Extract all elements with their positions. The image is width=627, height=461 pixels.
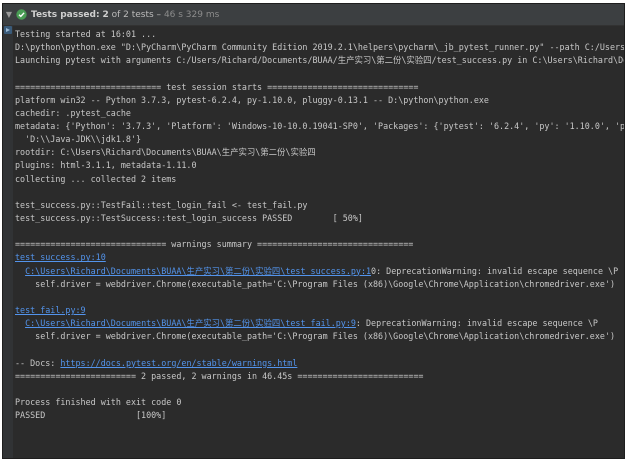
console-line: rootdir: C:\Users\Richard\Documents\BUAA… — [15, 147, 316, 158]
console-line: ============================== warnings … — [15, 239, 414, 250]
warning-marker-icon — [4, 26, 12, 34]
console-line: C:\Users\Richard\Documents\BUAA\生产实习\第二份… — [15, 317, 624, 330]
tests-passed-count: 2 — [102, 9, 109, 20]
tests-duration: 46 s 329 ms — [163, 9, 220, 20]
console-line: platform win32 -- Python 3.7.3, pytest-6… — [15, 94, 489, 105]
console-file-link[interactable]: test_success.py:10 — [15, 252, 106, 262]
tests-passed-label: Tests passed: — [31, 9, 100, 20]
console-line: ============================= test sessi… — [15, 81, 419, 92]
console-line-rest: : DeprecationWarning: invalid escape seq… — [355, 318, 598, 329]
console-line: D:\python\python.exe "D:\PyCharm\PyCharm… — [15, 42, 624, 53]
console-line: test_success.py::TestFail::test_login_fa… — [15, 199, 308, 210]
console-file-link[interactable]: https://docs.pytest.org/en/stable/warnin… — [60, 358, 297, 368]
console-gutter — [3, 26, 13, 458]
console-line: test_fail.py:9 — [15, 304, 624, 317]
console-prefix: -- Docs: — [15, 357, 61, 368]
console-line: self.driver = webdriver.Chrome(executabl… — [15, 278, 616, 289]
run-tool-window: ▼ Tests passed: 2 of 2 tests – 46 s 329 … — [2, 3, 625, 459]
console-line: Process finished with exit code 0 — [15, 396, 182, 407]
console-line: self.driver = webdriver.Chrome(executabl… — [15, 331, 616, 342]
console-indent — [15, 266, 25, 276]
console-line: ======================== 2 passed, 2 war… — [15, 370, 424, 381]
console-line: plugins: html-3.1.1, metadata-1.11.0 — [15, 160, 197, 171]
console-line-rest: 0: DeprecationWarning: invalid escape se… — [371, 265, 619, 276]
console-line: -- Docs: https://docs.pytest.org/en/stab… — [15, 357, 624, 370]
check-icon — [15, 9, 27, 21]
test-status-bar: ▼ Tests passed: 2 of 2 tests – 46 s 329 … — [3, 4, 624, 26]
console-line: cachedir: .pytest_cache — [15, 107, 131, 118]
console-line: PASSED [100%] — [15, 410, 167, 421]
console-file-link[interactable]: C:\Users\Richard\Documents\BUAA\生产实习\第二份… — [25, 266, 371, 276]
console-line: collecting ... collected 2 items — [15, 173, 177, 184]
chevron-down-icon[interactable]: ▼ — [3, 4, 15, 25]
console-line: Testing started at 16:01 ... — [15, 29, 157, 39]
console-line: C:\Users\Richard\Documents\BUAA\生产实习\第二份… — [15, 265, 624, 278]
console-file-link[interactable]: test_fail.py:9 — [15, 305, 86, 315]
console-line: test_success.py::TestSuccess::test_login… — [15, 212, 363, 223]
console-line: Launching pytest with arguments C:/Users… — [15, 55, 624, 66]
console-line: test_success.py:10 — [15, 251, 624, 264]
console-output[interactable]: Testing started at 16:01 ... D:\python\py… — [15, 28, 624, 458]
tests-total-text: of 2 tests – — [111, 9, 162, 20]
test-status-text: Tests passed: 2 of 2 tests – 46 s 329 ms — [31, 10, 219, 20]
console-line: 'D:\\Java-JDK\\jdk1.8'} — [15, 134, 142, 145]
console-line: metadata: {'Python': '3.7.3', 'Platform'… — [15, 120, 624, 131]
console-indent — [15, 318, 25, 328]
console-file-link[interactable]: C:\Users\Richard\Documents\BUAA\生产实习\第二份… — [25, 318, 356, 328]
